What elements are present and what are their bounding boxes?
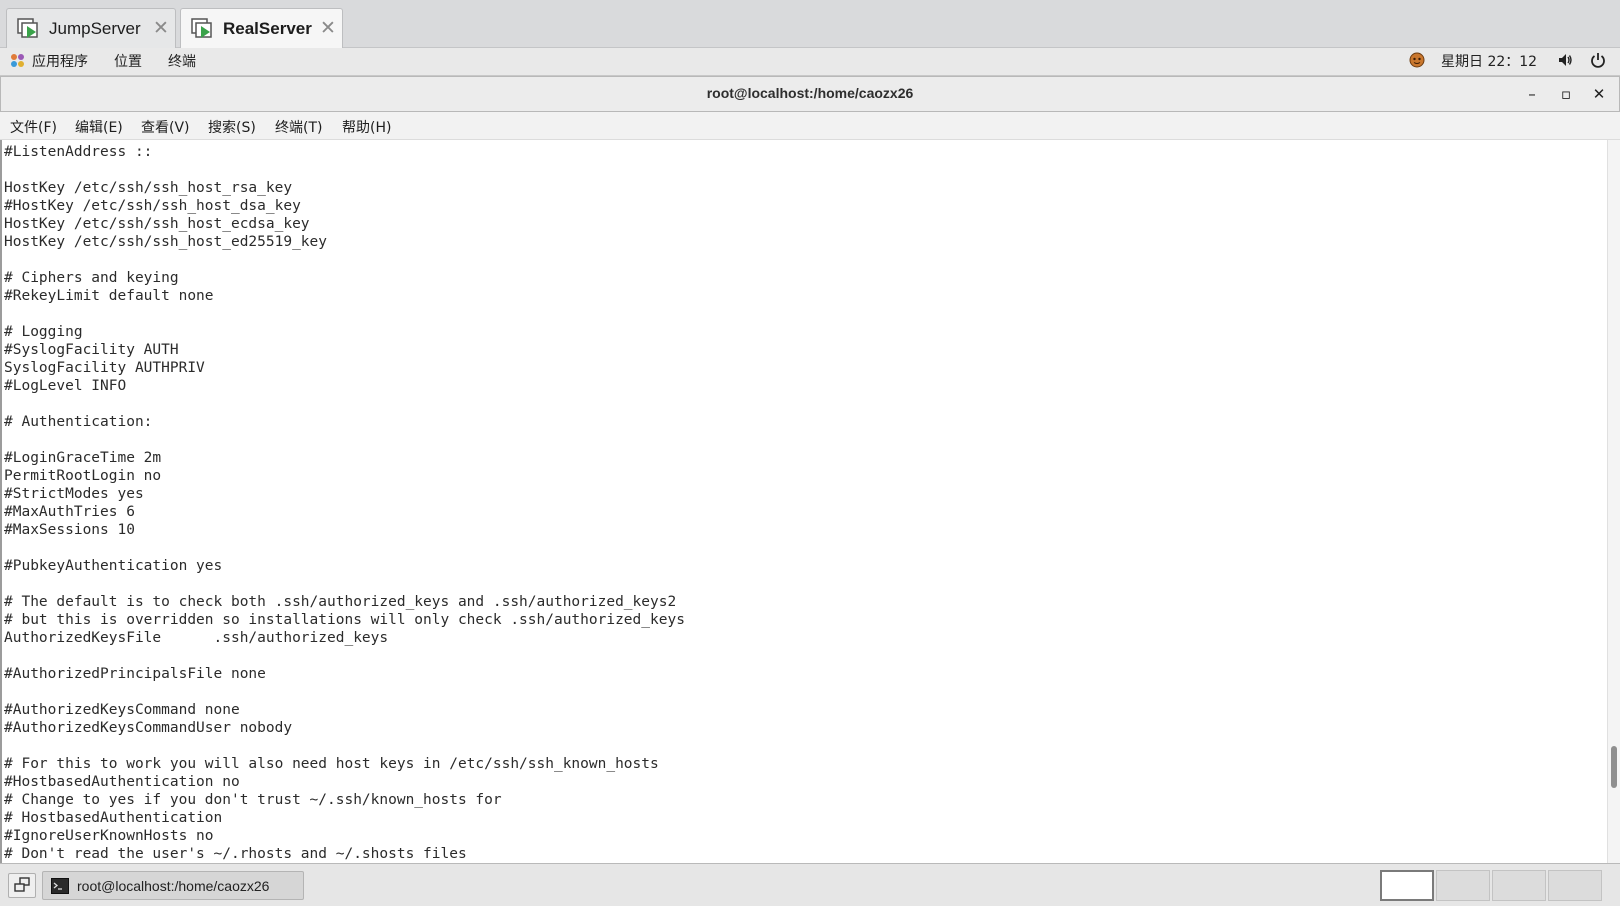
terminal-text: #ListenAddress :: HostKey /etc/ssh/ssh_h… xyxy=(2,140,1607,863)
terminal-line: PermitRootLogin no xyxy=(4,468,162,484)
vm-tab-jumpserver[interactable]: JumpServer ✕ xyxy=(6,8,176,48)
terminal-line: HostKey /etc/ssh/ssh_host_ecdsa_key xyxy=(4,216,310,232)
maximize-button[interactable]: ▫ xyxy=(1555,83,1577,105)
terminal-line: SyslogFacility AUTHPRIV xyxy=(4,360,205,376)
vm-play-icon xyxy=(191,17,215,40)
vm-tab-realserver[interactable]: RealServer ✕ xyxy=(180,8,343,48)
terminal-line: # HostbasedAuthentication xyxy=(4,810,223,826)
terminal-line: #LogLevel INFO xyxy=(4,378,127,394)
power-icon[interactable] xyxy=(1590,52,1606,72)
terminal-line: AuthorizedKeysFile .ssh/authorized_keys xyxy=(4,630,389,646)
terminal-line: #LoginGraceTime 2m xyxy=(4,450,162,466)
terminal-line: #StrictModes yes xyxy=(4,486,144,502)
menu-terminal[interactable]: 终端(T) xyxy=(275,117,322,137)
bottom-panel: root@localhost:/home/caozx26 xyxy=(0,863,1620,906)
terminal-line: #ListenAddress :: xyxy=(4,144,153,160)
taskbar-item-terminal[interactable]: root@localhost:/home/caozx26 xyxy=(42,871,304,900)
terminal-line: HostKey /etc/ssh/ssh_host_rsa_key xyxy=(4,180,293,196)
minimize-button[interactable]: – xyxy=(1521,83,1543,105)
vm-tab-label: JumpServer xyxy=(49,18,141,38)
terminal-line: # Change to yes if you don't trust ~/.ss… xyxy=(4,792,502,808)
terminal-line: #AuthorizedPrincipalsFile none xyxy=(4,666,266,682)
workspace-2[interactable] xyxy=(1436,870,1490,901)
terminal-line: #RekeyLimit default none xyxy=(4,288,214,304)
close-tab-icon[interactable]: ✕ xyxy=(314,17,342,40)
terminal-line: # For this to work you will also need ho… xyxy=(4,756,659,772)
menu-edit[interactable]: 编辑(E) xyxy=(75,117,123,137)
terminal-line: # Authentication: xyxy=(4,414,153,430)
terminal-line: # Logging xyxy=(4,324,83,340)
clock[interactable]: 星期日 22：12 xyxy=(1441,51,1537,71)
terminal-output[interactable]: #ListenAddress :: HostKey /etc/ssh/ssh_h… xyxy=(0,140,1607,863)
terminal-line: #AuthorizedKeysCommand none xyxy=(4,702,240,718)
vm-tab-strip: JumpServer ✕ RealServer ✕ xyxy=(0,0,1620,48)
taskbar-item-label: root@localhost:/home/caozx26 xyxy=(77,878,270,894)
gnome-top-bar: 应用程序 位置 终端 星期日 22：12 xyxy=(0,48,1620,76)
menu-file[interactable]: 文件(F) xyxy=(10,117,57,137)
terminal-line: #MaxSessions 10 xyxy=(4,522,135,538)
show-desktop-button[interactable] xyxy=(8,873,36,898)
scrollbar-thumb[interactable] xyxy=(1611,746,1617,788)
close-tab-icon[interactable]: ✕ xyxy=(147,17,175,40)
vm-play-icon xyxy=(17,17,41,40)
terminal-line: #PubkeyAuthentication yes xyxy=(4,558,223,574)
terminal-icon xyxy=(51,878,69,897)
workspace-3[interactable] xyxy=(1492,870,1546,901)
app-menu-icon xyxy=(10,53,25,72)
menu-help[interactable]: 帮助(H) xyxy=(342,117,391,137)
terminal-line: #AuthorizedKeysCommandUser nobody xyxy=(4,720,293,736)
volume-icon[interactable] xyxy=(1557,52,1573,72)
vm-tab-label: RealServer xyxy=(223,18,312,38)
notification-face-icon[interactable] xyxy=(1409,52,1425,72)
workspace-4[interactable] xyxy=(1548,870,1602,901)
terminal-line: # Ciphers and keying xyxy=(4,270,179,286)
menu-view[interactable]: 查看(V) xyxy=(141,117,190,137)
terminal-line: HostKey /etc/ssh/ssh_host_ed25519_key xyxy=(4,234,328,250)
workspace-1[interactable] xyxy=(1380,870,1434,901)
places-menu[interactable]: 位置 xyxy=(114,51,142,71)
terminal-line: #SyslogFacility AUTH xyxy=(4,342,179,358)
applications-menu[interactable]: 应用程序 xyxy=(32,51,88,71)
terminal-line: # Don't read the user's ~/.rhosts and ~/… xyxy=(4,846,467,862)
close-window-button[interactable]: ✕ xyxy=(1588,83,1610,105)
terminal-line: # but this is overridden so installation… xyxy=(4,612,685,628)
terminal-scrollbar[interactable] xyxy=(1607,140,1620,863)
terminal-line: #MaxAuthTries 6 xyxy=(4,504,135,520)
terminal-line: # The default is to check both .ssh/auth… xyxy=(4,594,677,610)
window-title: root@localhost:/home/caozx26 xyxy=(706,85,914,101)
terminal-app-menu[interactable]: 终端 xyxy=(168,51,196,71)
terminal-line: #HostKey /etc/ssh/ssh_host_dsa_key xyxy=(4,198,301,214)
terminal-line: #IgnoreUserKnownHosts no xyxy=(4,828,214,844)
menu-search[interactable]: 搜索(S) xyxy=(208,117,256,137)
terminal-line: #HostbasedAuthentication no xyxy=(4,774,240,790)
window-titlebar[interactable]: root@localhost:/home/caozx26 – ▫ ✕ xyxy=(0,76,1620,112)
terminal-menubar: 文件(F) 编辑(E) 查看(V) 搜索(S) 终端(T) 帮助(H) xyxy=(0,112,1620,140)
show-desktop-icon xyxy=(14,877,30,892)
